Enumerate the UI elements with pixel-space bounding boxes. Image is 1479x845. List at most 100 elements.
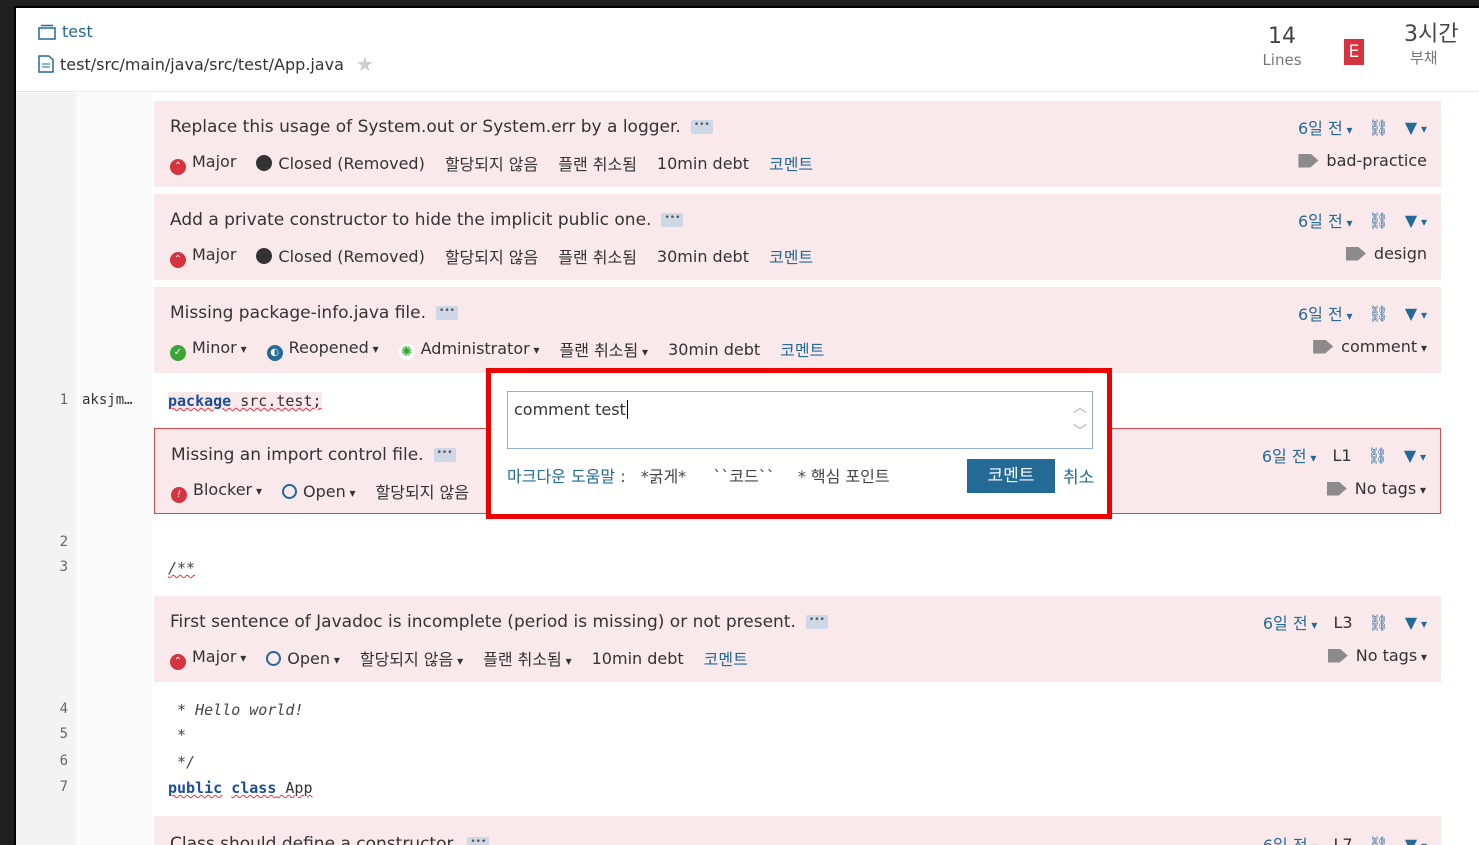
issue-message[interactable]: Add a private constructor to hide the im…: [170, 210, 651, 230]
more-icon[interactable]: •••: [805, 615, 828, 629]
action-plan: 플랜 취소됨: [558, 248, 637, 267]
permalink-icon[interactable]: ⛓: [1369, 304, 1389, 323]
comment-link[interactable]: 코멘트: [769, 244, 813, 268]
plan-dropdown[interactable]: 플랜 취소됨: [483, 646, 572, 670]
line-number[interactable]: 7: [16, 779, 68, 795]
filter-icon[interactable]: ▼: [1405, 613, 1427, 632]
line-number[interactable]: 3: [16, 559, 68, 575]
scm-gutter: [74, 93, 152, 845]
severity-dropdown[interactable]: ! Blocker: [171, 480, 262, 503]
tags-dropdown[interactable]: comment: [1341, 337, 1427, 356]
permalink-icon[interactable]: ⛓: [1369, 835, 1389, 845]
comment-text[interactable]: comment test: [514, 400, 626, 419]
permalink-icon[interactable]: ⛓: [1369, 118, 1389, 137]
code-line: *: [168, 726, 187, 744]
status: Closed (Removed): [256, 154, 425, 173]
severity-dropdown[interactable]: ✓ Minor: [170, 338, 247, 361]
line-number[interactable]: 2: [16, 534, 68, 550]
code-line: package src.test;: [168, 392, 322, 410]
more-icon[interactable]: •••: [436, 306, 459, 320]
status-dropdown[interactable]: ◐ Reopened: [266, 338, 379, 361]
plan-dropdown[interactable]: 플랜 취소됨: [560, 337, 649, 361]
rating-badge: E: [1344, 39, 1364, 65]
permalink-icon[interactable]: ⛓: [1369, 613, 1389, 632]
comment-textarea[interactable]: comment test ︿ ﹀: [507, 391, 1093, 449]
age-dropdown[interactable]: 6일 전: [1298, 208, 1353, 232]
filter-icon[interactable]: ▼: [1405, 118, 1427, 137]
file-path: test/src/main/java/src/test/App.java ★: [38, 52, 374, 76]
line-number[interactable]: 1: [16, 392, 68, 408]
assignee-dropdown[interactable]: ✺ Administrator: [398, 339, 540, 360]
severity: ⌃ Major: [170, 245, 236, 268]
comment-link[interactable]: 코멘트: [780, 337, 824, 361]
markdown-help-link[interactable]: 마크다운 도움말: [507, 467, 615, 486]
issue-message[interactable]: Replace this usage of System.out or Syst…: [170, 117, 681, 137]
issue-message[interactable]: Missing package-info.java file.: [170, 303, 426, 323]
help-bold: *굵게*: [640, 467, 687, 486]
code-line: */: [168, 753, 196, 771]
assignee-dropdown[interactable]: 할당되지 않음: [360, 646, 463, 670]
more-icon[interactable]: •••: [433, 448, 456, 462]
filter-icon[interactable]: ▼: [1404, 446, 1426, 465]
status-dropdown[interactable]: Open: [266, 649, 340, 668]
status-dropdown[interactable]: Open: [281, 482, 356, 501]
comment-popup: comment test ︿ ﹀ 마크다운 도움말 : *굵게* ``코드`` *…: [486, 368, 1112, 519]
issue-tags: bad-practice: [1326, 151, 1427, 170]
assignee: 할당되지 않음: [444, 248, 539, 267]
help-code: ``코드``: [713, 467, 775, 486]
issue-card[interactable]: Replace this usage of System.out or Syst…: [154, 101, 1441, 187]
lines-stat: 14 Lines: [1252, 24, 1312, 70]
line-number[interactable]: 6: [16, 753, 68, 769]
assignee: 할당되지 않음: [444, 155, 539, 174]
filter-icon[interactable]: ▼: [1405, 304, 1427, 323]
line-ref[interactable]: L7: [1333, 835, 1352, 845]
issue-message[interactable]: Class should define a constructor.: [170, 834, 457, 845]
file-icon: [38, 55, 54, 73]
file-header: test test/src/main/java/src/test/App.jav…: [16, 8, 1479, 92]
issue-card[interactable]: Class should define a constructor. ••• 6일…: [154, 816, 1441, 845]
permalink-icon[interactable]: ⛓: [1368, 446, 1388, 465]
issue-card[interactable]: Add a private constructor to hide the im…: [154, 194, 1441, 280]
project-icon: [38, 24, 56, 40]
comment-link[interactable]: 코멘트: [704, 646, 748, 670]
star-icon[interactable]: ★: [356, 52, 374, 76]
effort: 10min debt: [591, 648, 684, 668]
project-link[interactable]: test: [38, 22, 93, 41]
tag-icon: [1313, 339, 1334, 354]
cancel-link[interactable]: 취소: [1063, 463, 1094, 488]
comment-link[interactable]: 코멘트: [769, 151, 813, 175]
age-dropdown[interactable]: 6일 전: [1263, 610, 1318, 634]
effort: 10min debt: [656, 153, 749, 173]
more-icon[interactable]: •••: [690, 120, 713, 134]
tag-icon: [1298, 153, 1319, 168]
filter-icon[interactable]: ▼: [1405, 835, 1427, 845]
assignee-dropdown[interactable]: 할당되지 않음: [376, 479, 469, 503]
age-dropdown[interactable]: 6일 전: [1262, 443, 1317, 467]
issue-message[interactable]: Missing an import control file.: [171, 445, 424, 465]
scm-author[interactable]: aksjm…: [82, 392, 133, 408]
issue-card[interactable]: Missing package-info.java file. ••• ✓ Mino…: [154, 287, 1441, 373]
age-dropdown[interactable]: 6일 전: [1298, 115, 1353, 139]
age-dropdown[interactable]: 6일 전: [1263, 832, 1318, 845]
textarea-scrollbar[interactable]: ︿ ﹀: [1072, 396, 1088, 446]
more-icon[interactable]: •••: [661, 213, 684, 227]
line-number[interactable]: 4: [16, 701, 68, 717]
issue-card[interactable]: First sentence of Javadoc is incomplete …: [154, 596, 1441, 682]
severity-dropdown[interactable]: ⌃ Major: [170, 647, 246, 670]
filter-icon[interactable]: ▼: [1405, 211, 1427, 230]
lines-label: Lines: [1262, 51, 1302, 69]
help-separator: :: [620, 467, 626, 486]
more-icon[interactable]: •••: [467, 837, 490, 845]
tags-dropdown[interactable]: No tags: [1355, 479, 1426, 498]
age-dropdown[interactable]: 6일 전: [1298, 301, 1353, 325]
tags-dropdown[interactable]: No tags: [1356, 646, 1427, 665]
permalink-icon[interactable]: ⛓: [1369, 211, 1389, 230]
project-name[interactable]: test: [62, 22, 93, 41]
line-number[interactable]: 5: [16, 726, 68, 742]
issue-message[interactable]: First sentence of Javadoc is incomplete …: [170, 612, 796, 632]
submit-comment-button[interactable]: 코멘트: [967, 459, 1055, 493]
line-ref[interactable]: L3: [1333, 613, 1352, 632]
tag-icon: [1326, 481, 1347, 496]
markdown-help: 마크다운 도움말 : *굵게* ``코드`` * 핵심 포인트: [507, 463, 890, 487]
line-ref[interactable]: L1: [1332, 446, 1351, 465]
